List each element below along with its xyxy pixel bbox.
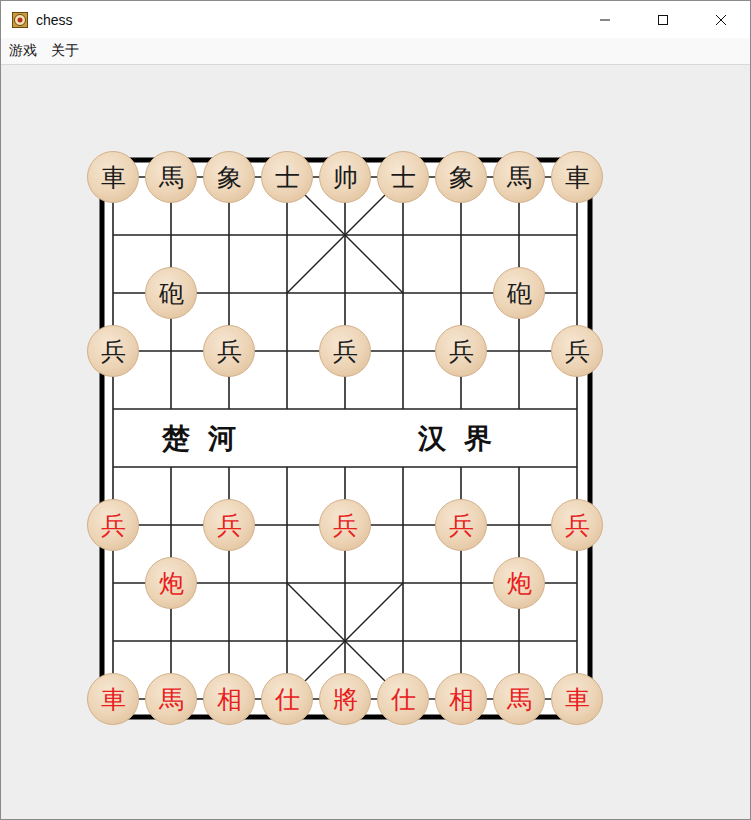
menu-bar: 游戏关于 xyxy=(1,38,750,65)
maximize-button[interactable] xyxy=(634,1,692,38)
chess-board[interactable]: 楚 河汉 界車馬象士帅士象馬車砲砲兵兵兵兵兵兵兵兵兵兵炮炮車馬相仕將仕相馬車 xyxy=(80,145,610,735)
board-grid xyxy=(80,145,610,735)
chess-piece[interactable]: 馬 xyxy=(493,151,545,203)
menu-item[interactable]: 游戏 xyxy=(9,42,37,60)
chess-piece[interactable]: 砲 xyxy=(493,267,545,319)
river-text: 楚 河 xyxy=(162,421,240,457)
chess-piece[interactable]: 兵 xyxy=(551,325,603,377)
chess-piece[interactable]: 砲 xyxy=(145,267,197,319)
close-icon xyxy=(715,14,727,26)
chess-piece[interactable]: 相 xyxy=(203,673,255,725)
maximize-icon xyxy=(657,14,669,26)
chess-piece[interactable]: 帅 xyxy=(319,151,371,203)
chess-piece[interactable]: 象 xyxy=(435,151,487,203)
chess-piece[interactable]: 兵 xyxy=(435,499,487,551)
river-text: 汉 界 xyxy=(418,421,496,457)
close-button[interactable] xyxy=(692,1,750,38)
chess-piece[interactable]: 仕 xyxy=(261,673,313,725)
title-bar: chess xyxy=(1,1,750,38)
app-window: chess游戏关于楚 河汉 界車馬象士帅士象馬車砲砲兵兵兵兵兵兵兵兵兵兵炮炮車馬… xyxy=(0,0,751,820)
chess-piece[interactable]: 炮 xyxy=(493,557,545,609)
chess-piece[interactable]: 馬 xyxy=(145,673,197,725)
game-area: 楚 河汉 界車馬象士帅士象馬車砲砲兵兵兵兵兵兵兵兵兵兵炮炮車馬相仕將仕相馬車 xyxy=(1,65,750,819)
chess-piece[interactable]: 兵 xyxy=(319,499,371,551)
chess-piece[interactable]: 馬 xyxy=(145,151,197,203)
chess-piece[interactable]: 兵 xyxy=(435,325,487,377)
menu-item[interactable]: 关于 xyxy=(51,42,79,60)
chess-piece[interactable]: 相 xyxy=(435,673,487,725)
chess-piece[interactable]: 將 xyxy=(319,673,371,725)
chess-piece[interactable]: 兵 xyxy=(87,325,139,377)
chess-piece[interactable]: 兵 xyxy=(551,499,603,551)
chess-piece[interactable]: 兵 xyxy=(87,499,139,551)
chess-piece[interactable]: 士 xyxy=(377,151,429,203)
chess-piece[interactable]: 車 xyxy=(551,673,603,725)
minimize-icon xyxy=(599,14,611,26)
chess-icon xyxy=(12,12,28,28)
chess-piece[interactable]: 兵 xyxy=(203,499,255,551)
minimize-button[interactable] xyxy=(576,1,634,38)
chess-piece[interactable]: 車 xyxy=(87,151,139,203)
chess-piece[interactable]: 兵 xyxy=(203,325,255,377)
chess-piece[interactable]: 炮 xyxy=(145,557,197,609)
chess-piece[interactable]: 車 xyxy=(87,673,139,725)
chess-piece[interactable]: 兵 xyxy=(319,325,371,377)
chess-piece[interactable]: 馬 xyxy=(493,673,545,725)
chess-piece[interactable]: 仕 xyxy=(377,673,429,725)
chess-piece[interactable]: 象 xyxy=(203,151,255,203)
window-title: chess xyxy=(36,12,73,28)
chess-piece[interactable]: 車 xyxy=(551,151,603,203)
chess-piece[interactable]: 士 xyxy=(261,151,313,203)
